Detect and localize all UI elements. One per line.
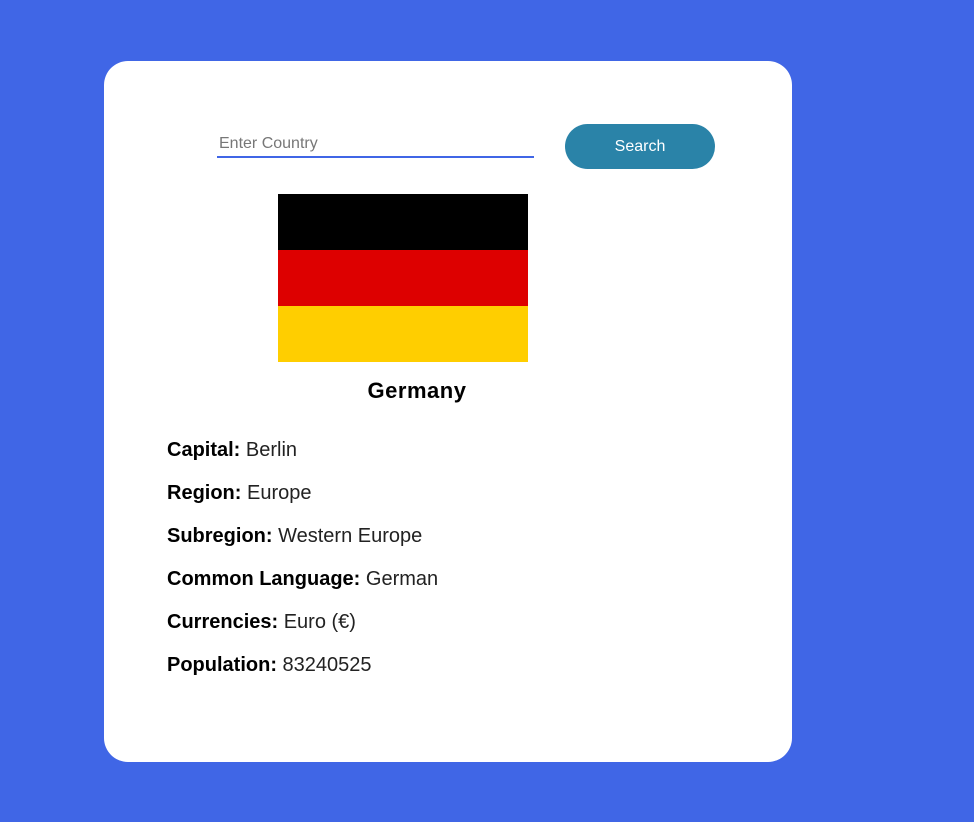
- detail-region: Region: Europe: [167, 482, 438, 525]
- detail-value: Berlin: [245, 439, 298, 461]
- country-details-list: Capital: Berlin Region: Europe Subregion…: [167, 439, 438, 697]
- flag-stripe-gold: [278, 306, 528, 362]
- detail-value: German: [365, 568, 439, 590]
- country-flag-image: [278, 194, 528, 362]
- country-info-card: Search Germany Capital: Berlin Region: E…: [104, 61, 792, 762]
- country-search-input[interactable]: [217, 132, 534, 158]
- detail-value: Europe: [247, 482, 312, 504]
- detail-common-language: Common Language: German: [167, 568, 438, 611]
- flag-stripe-black: [278, 194, 528, 250]
- detail-label: Subregion:: [167, 525, 279, 547]
- detail-population: Population: 83240525: [167, 654, 438, 697]
- detail-label: Capital:: [167, 439, 246, 461]
- detail-label: Currencies:: [167, 611, 284, 633]
- detail-capital: Capital: Berlin: [167, 439, 438, 482]
- detail-value: Euro (€): [283, 611, 356, 633]
- detail-label: Population:: [167, 654, 283, 676]
- detail-label: Region:: [167, 482, 247, 504]
- detail-subregion: Subregion: Western Europe: [167, 525, 438, 568]
- detail-value: Western Europe: [278, 525, 423, 547]
- detail-currencies: Currencies: Euro (€): [167, 611, 438, 654]
- search-button[interactable]: Search: [565, 124, 715, 169]
- detail-value: 83240525: [282, 654, 372, 676]
- flag-stripe-red: [278, 250, 528, 306]
- detail-label: Common Language:: [167, 568, 366, 590]
- country-name-heading: Germany: [367, 378, 467, 403]
